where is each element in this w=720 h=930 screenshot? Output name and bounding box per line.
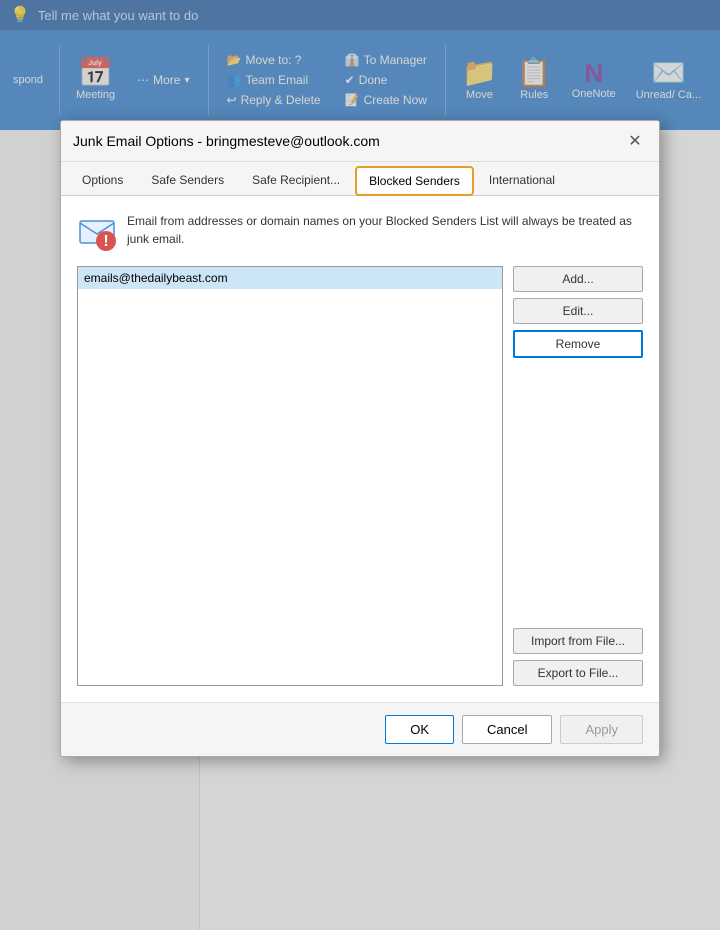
- list-item[interactable]: emails@thedailybeast.com: [78, 267, 502, 289]
- blocked-senders-listbox[interactable]: emails@thedailybeast.com: [77, 266, 503, 686]
- junk-email-options-dialog: Junk Email Options - bringmesteve@outloo…: [60, 120, 660, 757]
- svg-text:!: !: [103, 233, 108, 250]
- blocked-email-address: emails@thedailybeast.com: [84, 271, 228, 285]
- dialog-tabs: Options Safe Senders Safe Recipient... B…: [61, 162, 659, 196]
- info-text: Email from addresses or domain names on …: [127, 212, 643, 248]
- list-and-buttons-section: emails@thedailybeast.com Add... Edit... …: [77, 266, 643, 686]
- edit-button[interactable]: Edit...: [513, 298, 643, 324]
- cancel-button[interactable]: Cancel: [462, 715, 552, 744]
- tab-international[interactable]: International: [476, 166, 568, 195]
- dialog-footer: OK Cancel Apply: [61, 702, 659, 756]
- remove-button[interactable]: Remove: [513, 330, 643, 358]
- tab-options[interactable]: Options: [69, 166, 136, 195]
- export-button[interactable]: Export to File...: [513, 660, 643, 686]
- dialog-title: Junk Email Options - bringmesteve@outloo…: [73, 133, 380, 149]
- apply-button[interactable]: Apply: [560, 715, 643, 744]
- tab-options-label: Options: [82, 173, 123, 187]
- ok-button[interactable]: OK: [385, 715, 454, 744]
- button-spacer: [513, 364, 643, 622]
- list-action-buttons: Add... Edit... Remove Import from File..…: [513, 266, 643, 686]
- info-section: ! Email from addresses or domain names o…: [77, 212, 643, 252]
- dialog-body: ! Email from addresses or domain names o…: [61, 196, 659, 702]
- dialog-close-button[interactable]: ✕: [623, 129, 647, 153]
- dialog-titlebar: Junk Email Options - bringmesteve@outloo…: [61, 121, 659, 162]
- import-button[interactable]: Import from File...: [513, 628, 643, 654]
- tab-blocked-senders[interactable]: Blocked Senders: [355, 166, 474, 196]
- tab-safe-senders[interactable]: Safe Senders: [138, 166, 237, 195]
- tab-safe-recipients-label: Safe Recipient...: [252, 173, 340, 187]
- tab-blocked-senders-label: Blocked Senders: [369, 174, 460, 188]
- junk-email-icon: !: [77, 212, 117, 252]
- tab-safe-senders-label: Safe Senders: [151, 173, 224, 187]
- add-button[interactable]: Add...: [513, 266, 643, 292]
- tab-safe-recipients[interactable]: Safe Recipient...: [239, 166, 353, 195]
- tab-international-label: International: [489, 173, 555, 187]
